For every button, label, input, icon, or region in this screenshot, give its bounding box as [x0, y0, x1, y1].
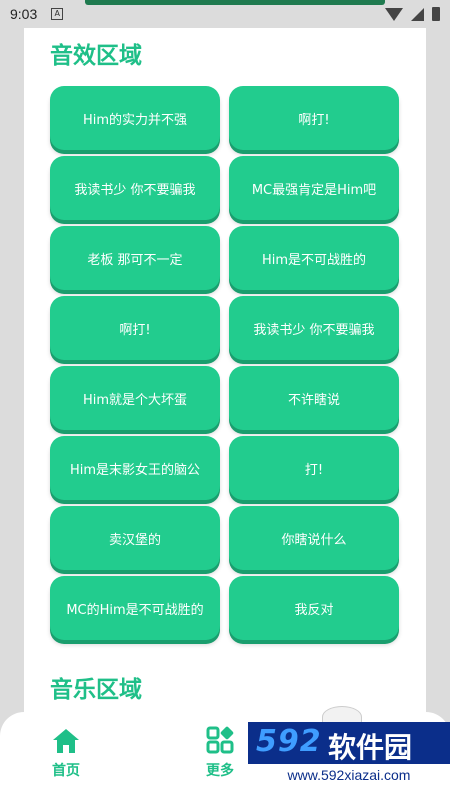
sound-button[interactable]: 你瞎说什么	[229, 506, 399, 570]
sound-button[interactable]: MC最强肯定是Him吧	[229, 156, 399, 220]
sound-button[interactable]: 啊打!	[50, 296, 220, 360]
signal-icon	[411, 7, 424, 21]
status-time: 9:03	[10, 6, 38, 22]
battery-icon	[432, 7, 440, 21]
sound-button[interactable]: 我读书少 你不要骗我	[50, 156, 220, 220]
sound-section-title: 音效区域	[50, 43, 142, 69]
status-icons	[385, 7, 440, 21]
sound-button[interactable]: Him就是个大坏蛋	[50, 366, 220, 430]
top-accent-line	[85, 0, 385, 5]
sound-button[interactable]: 我读书少 你不要骗我	[229, 296, 399, 360]
watermark-name: 软件园	[328, 731, 413, 764]
sound-button[interactable]: 卖汉堡的	[50, 506, 220, 570]
sound-button[interactable]: Him的实力并不强	[50, 86, 220, 150]
nav-more-label: 更多	[206, 763, 234, 779]
nav-home[interactable]: 首页	[52, 728, 80, 780]
watermark-number: 592	[256, 724, 322, 759]
content-card: 音效区域 Him的实力并不强 啊打! 我读书少 你不要骗我 MC最强肯定是Him吧 老板…	[24, 28, 426, 728]
watermark: 592 软件园 www.592xiazai.com	[248, 722, 450, 786]
music-section-title: 音乐区域	[50, 677, 142, 703]
wifi-icon	[385, 7, 403, 21]
nav-home-label: 首页	[52, 763, 80, 779]
sound-button[interactable]: MC的Him是不可战胜的	[50, 576, 220, 640]
more-icon	[206, 726, 234, 754]
notification-a-icon: A	[51, 8, 64, 20]
sound-button[interactable]: Him是不可战胜的	[229, 226, 399, 290]
nav-more[interactable]: 更多	[206, 726, 234, 780]
watermark-url: www.592xiazai.com	[248, 764, 450, 786]
sound-button[interactable]: 啊打!	[229, 86, 399, 150]
sound-button[interactable]: 我反对	[229, 576, 399, 640]
sound-button[interactable]: 老板 那可不一定	[50, 226, 220, 290]
sound-button[interactable]: 不许瞎说	[229, 366, 399, 430]
sound-button[interactable]: 打!	[229, 436, 399, 500]
home-icon	[53, 729, 79, 753]
sound-button[interactable]: Him是末影女王的脑公	[50, 436, 220, 500]
